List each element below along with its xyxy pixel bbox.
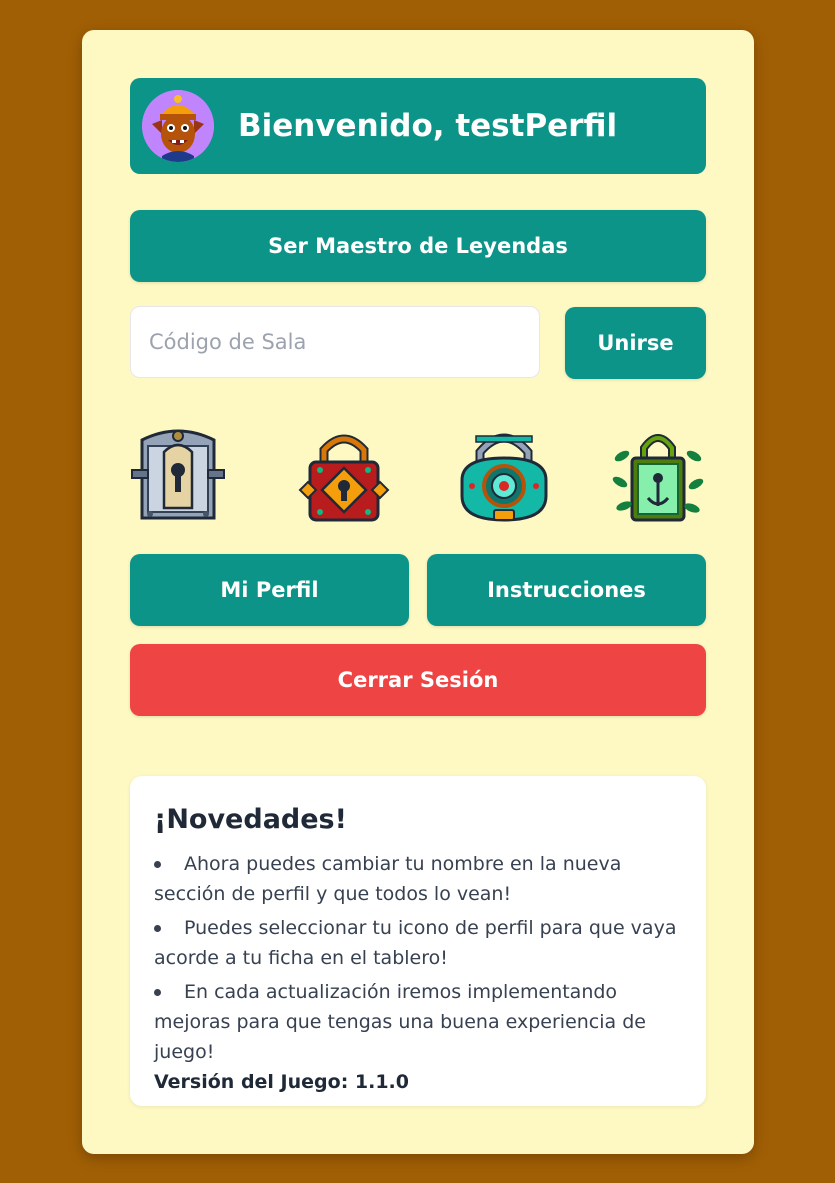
game-version: Versión del Juego: 1.1.0 (154, 1071, 409, 1093)
bullet-icon (154, 925, 161, 932)
news-title: ¡Novedades! (154, 804, 347, 835)
bullet-icon (154, 989, 161, 996)
news-panel: ¡Novedades! Ahora puedes cambiar tu nomb… (130, 776, 706, 1106)
vine-green-padlock-icon[interactable] (610, 426, 706, 524)
join-button[interactable]: Unirse (565, 307, 706, 379)
news-item: Ahora puedes cambiar tu nombre en la nue… (154, 853, 622, 905)
teal-mosaic-padlock-icon[interactable] (456, 426, 552, 524)
logout-button[interactable]: Cerrar Sesión (130, 644, 706, 716)
ornate-red-padlock-icon[interactable] (296, 426, 392, 524)
room-code-input[interactable] (130, 306, 540, 378)
main-card: Bienvenido, testPerfil Ser Maestro de Le… (82, 30, 754, 1154)
steel-keyhole-lock-icon[interactable] (130, 426, 226, 524)
welcome-header: Bienvenido, testPerfil (130, 78, 706, 174)
instructions-button[interactable]: Instrucciones (427, 554, 706, 626)
lock-icons-row (130, 426, 706, 526)
news-item: Puedes seleccionar tu icono de perfil pa… (154, 917, 677, 969)
master-of-legends-button[interactable]: Ser Maestro de Leyendas (130, 210, 706, 282)
news-list: Ahora puedes cambiar tu nombre en la nue… (154, 849, 682, 1067)
welcome-title: Bienvenido, testPerfil (238, 108, 618, 144)
my-profile-button[interactable]: Mi Perfil (130, 554, 409, 626)
goblin-avatar-icon (142, 90, 214, 162)
bullet-icon (154, 861, 161, 868)
news-item: En cada actualización iremos implementan… (154, 981, 646, 1063)
